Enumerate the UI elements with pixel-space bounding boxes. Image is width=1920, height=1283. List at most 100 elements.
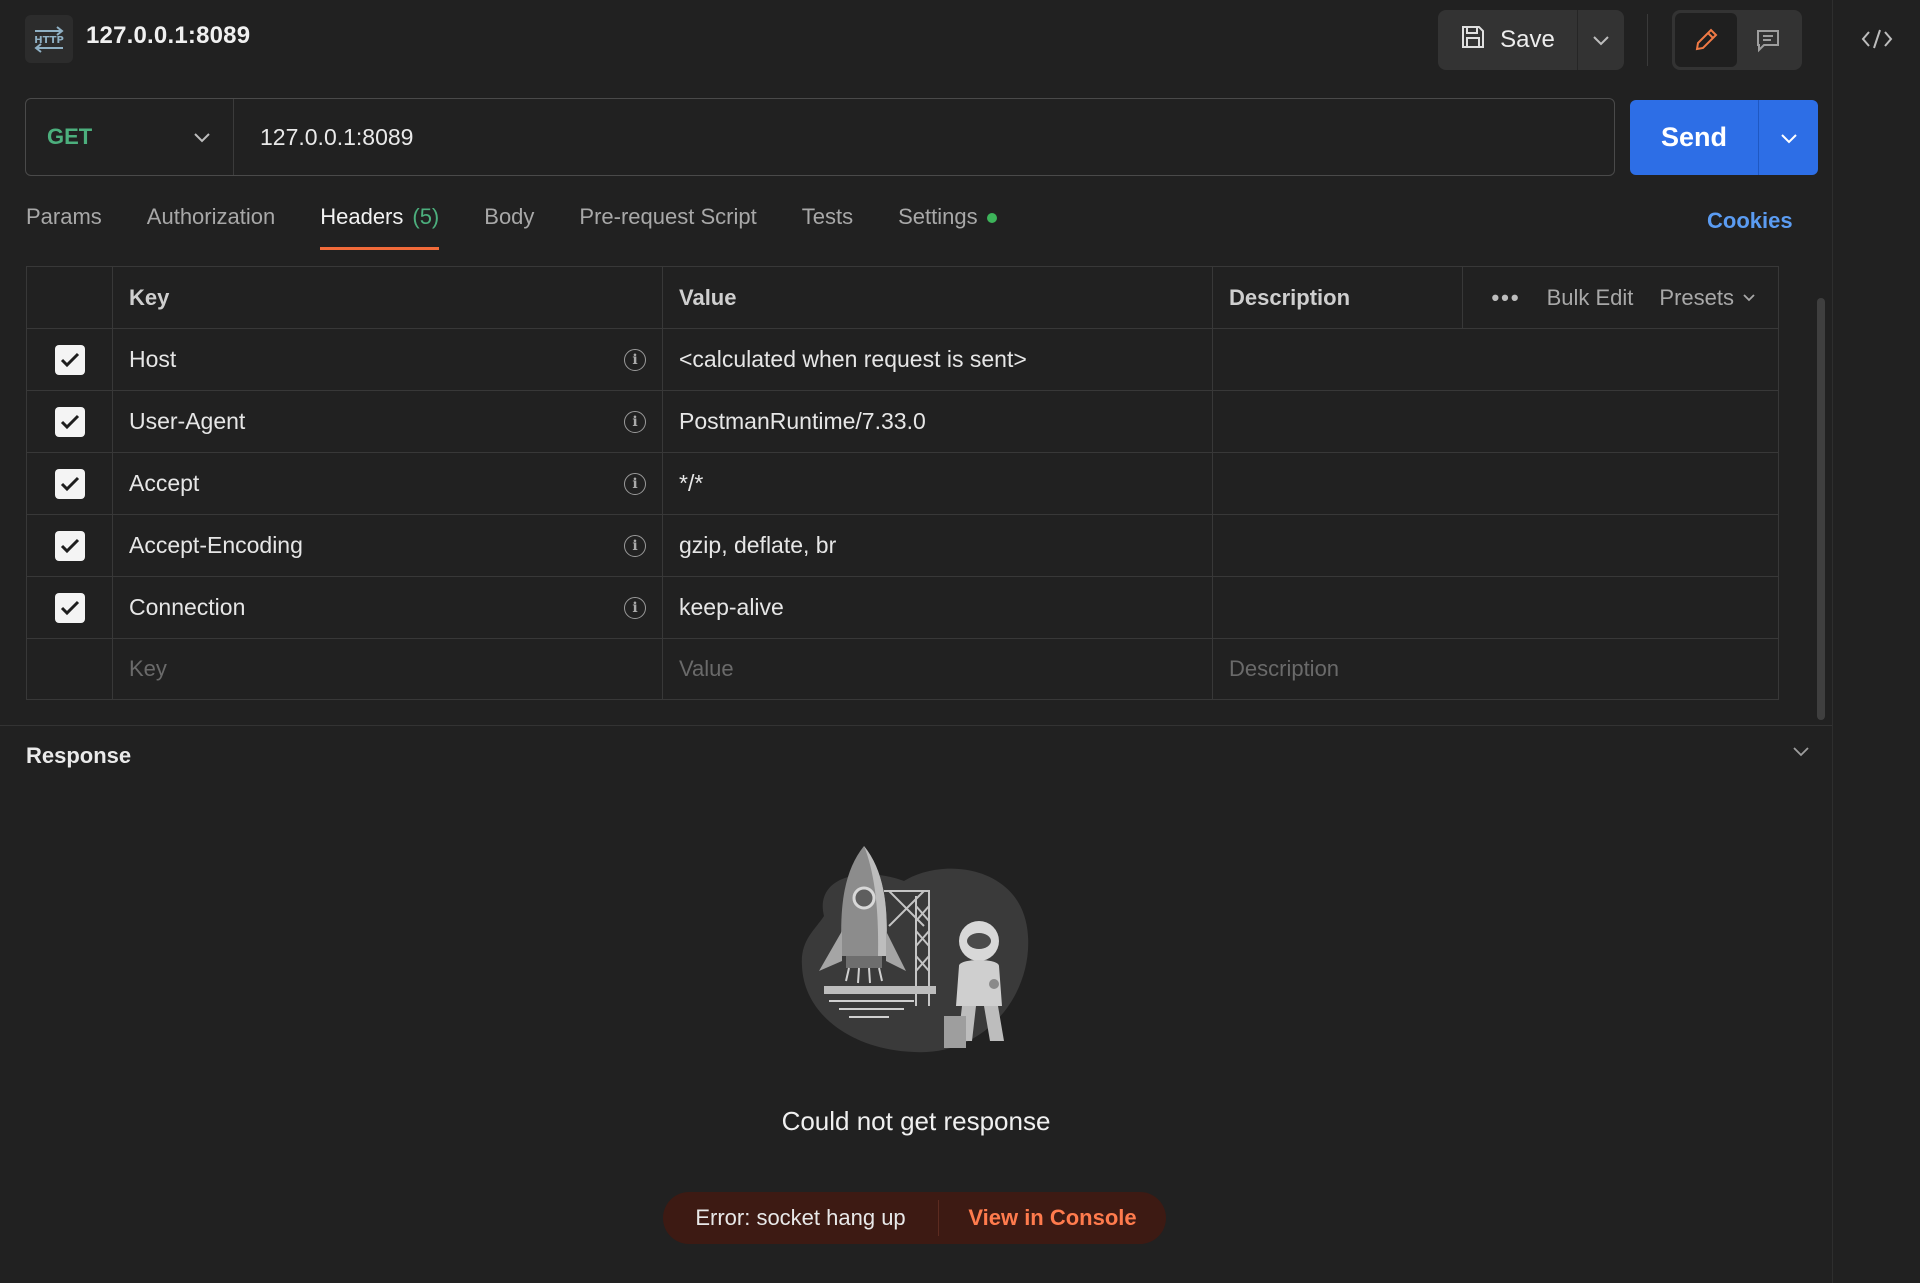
send-button-group: Send [1630, 100, 1818, 175]
description-placeholder: Description [1229, 656, 1340, 681]
method-select[interactable]: GET [26, 99, 234, 175]
row-check-cell [27, 329, 113, 390]
response-title: Response [26, 743, 132, 768]
tab-tests[interactable]: Tests [802, 204, 853, 252]
header-value: PostmanRuntime/7.33.0 [679, 408, 926, 434]
tab-label: Body [484, 204, 535, 229]
row-checkbox[interactable] [54, 468, 85, 499]
value-cell[interactable]: <calculated when request is sent> [663, 329, 1213, 390]
checkmark-icon [60, 600, 79, 615]
view-in-console-link[interactable]: View in Console [939, 1205, 1166, 1231]
svg-text:HTTP: HTTP [34, 35, 64, 46]
more-options-icon[interactable]: ••• [1491, 285, 1520, 311]
empty-response-message: Could not get response [781, 1106, 1051, 1136]
tab-label: Settings [898, 204, 978, 229]
info-icon[interactable]: i [624, 410, 646, 433]
description-cell[interactable] [1213, 577, 1778, 638]
edit-comment-toggle [1672, 10, 1802, 70]
error-message: Error: socket hang up [663, 1200, 939, 1236]
presets-dropdown[interactable]: Presets [1659, 285, 1756, 311]
cookies-link[interactable]: Cookies [1707, 208, 1793, 234]
new-key-input[interactable]: Key [113, 639, 663, 699]
row-checkbox[interactable] [54, 344, 85, 375]
header-value: */* [679, 470, 704, 496]
row-checkbox[interactable] [54, 592, 85, 623]
tab-authorization[interactable]: Authorization [147, 204, 275, 252]
key-cell[interactable]: Accept-Encoding i [113, 515, 663, 576]
info-icon[interactable]: i [624, 348, 646, 371]
info-icon[interactable]: i [624, 534, 646, 557]
key-cell[interactable]: Accept i [113, 453, 663, 514]
collapse-response-button[interactable] [1792, 744, 1810, 762]
key-cell[interactable]: Host i [113, 329, 663, 390]
checkmark-icon [60, 414, 79, 429]
value-cell[interactable]: keep-alive [663, 577, 1213, 638]
header-value: keep-alive [679, 594, 784, 620]
header-key: User-Agent [129, 408, 246, 434]
value-cell[interactable]: */* [663, 453, 1213, 514]
tab-label: Tests [801, 204, 854, 229]
save-button-group: Save [1438, 10, 1624, 70]
edit-mode-button[interactable] [1675, 13, 1737, 67]
pencil-icon [1695, 28, 1718, 51]
key-placeholder: Key [129, 656, 167, 681]
comments-mode-button[interactable] [1737, 13, 1799, 67]
table-row: Connection i keep-alive [27, 577, 1778, 639]
chevron-down-icon [194, 133, 210, 143]
tab-params[interactable]: Params [26, 204, 102, 252]
astronaut-rocket-illustration [794, 846, 1034, 1061]
description-cell[interactable] [1213, 391, 1778, 452]
new-description-input[interactable]: Description [1213, 639, 1778, 699]
value-placeholder: Value [679, 656, 734, 681]
code-snippet-button[interactable] [1855, 20, 1899, 58]
header-key: Connection [129, 594, 246, 620]
key-cell[interactable]: Connection i [113, 577, 663, 638]
settings-modified-dot [986, 213, 997, 223]
row-check-cell [27, 453, 113, 514]
request-tabs: Params Authorization Headers (5) Body Pre… [26, 204, 1042, 254]
header-key: Host [129, 346, 177, 372]
headers-count: (5) [412, 204, 440, 229]
request-title[interactable]: 127.0.0.1:8089 [86, 22, 250, 50]
save-options-dropdown[interactable] [1578, 10, 1624, 70]
table-row: User-Agent i PostmanRuntime/7.33.0 [27, 391, 1778, 453]
table-row: Accept i */* [27, 453, 1778, 515]
toolbar-divider [1647, 14, 1648, 66]
header-value: gzip, deflate, br [679, 532, 837, 558]
header-key: Accept [129, 470, 200, 496]
http-request-icon: HTTP [25, 15, 73, 63]
tab-headers[interactable]: Headers (5) [320, 204, 440, 252]
value-cell[interactable]: PostmanRuntime/7.33.0 [663, 391, 1213, 452]
header-value: <calculated when request is sent> [679, 346, 1027, 372]
description-cell[interactable] [1213, 453, 1778, 514]
send-options-dropdown[interactable] [1759, 100, 1818, 175]
error-banner: Error: socket hang up View in Console [663, 1192, 1166, 1244]
row-check-cell [27, 515, 113, 576]
comment-icon [1757, 30, 1779, 53]
new-value-input[interactable]: Value [663, 639, 1213, 699]
checkmark-icon [60, 352, 79, 367]
key-cell[interactable]: User-Agent i [113, 391, 663, 452]
tab-body[interactable]: Body [484, 204, 534, 252]
row-checkbox[interactable] [54, 530, 85, 561]
description-cell[interactable] [1213, 515, 1778, 576]
description-cell[interactable] [1213, 329, 1778, 390]
tab-pre-request-script[interactable]: Pre-request Script [579, 204, 756, 252]
send-button[interactable]: Send [1630, 100, 1759, 175]
tab-settings[interactable]: Settings [898, 204, 997, 252]
row-checkbox[interactable] [54, 406, 85, 437]
vertical-scrollbar[interactable] [1817, 298, 1825, 720]
info-icon[interactable]: i [624, 596, 646, 619]
save-button[interactable]: Save [1438, 10, 1578, 70]
row-check-cell [27, 577, 113, 638]
bulk-edit-button[interactable]: Bulk Edit [1547, 285, 1634, 311]
right-sidebar [1832, 0, 1920, 1283]
headers-table: Key Value Description ••• Bulk Edit Pres… [26, 266, 1779, 700]
url-input[interactable]: 127.0.0.1:8089 [234, 124, 413, 151]
presets-label: Presets [1659, 284, 1734, 310]
info-icon[interactable]: i [624, 472, 646, 495]
response-divider [0, 725, 1832, 726]
new-header-row: Key Value Description [27, 639, 1778, 699]
value-cell[interactable]: gzip, deflate, br [663, 515, 1213, 576]
table-row: Accept-Encoding i gzip, deflate, br [27, 515, 1778, 577]
